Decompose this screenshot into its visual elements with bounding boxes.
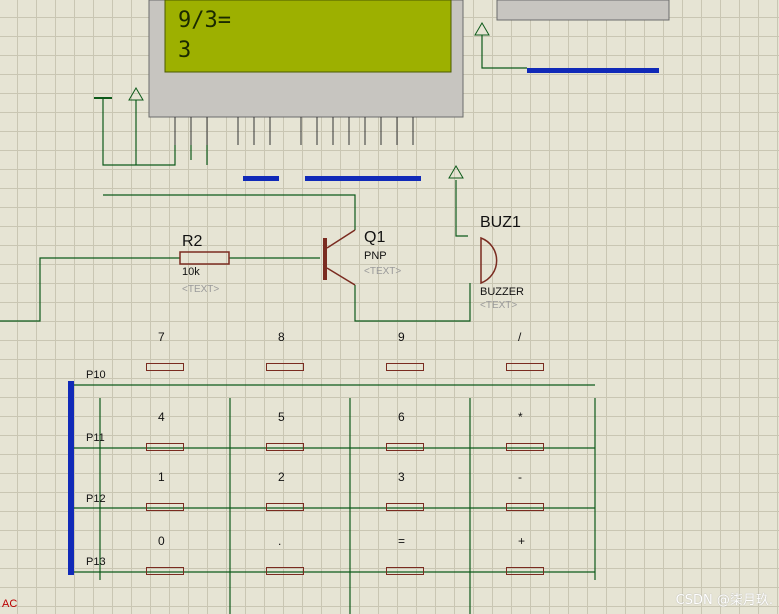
key-label: * [518,410,523,424]
resistor-ref: R2 [182,233,203,250]
key-label: 5 [278,410,285,424]
key-label: / [518,330,522,344]
control-bus [243,176,279,181]
key-label: 0 [158,534,165,548]
lcd-line-1: 9/3= [178,8,231,33]
key-button[interactable] [146,567,184,575]
row-label-p11: P11 [86,432,105,444]
key-label: 2 [278,470,285,484]
key-button[interactable] [506,363,544,371]
key-button[interactable] [146,363,184,371]
transistor-type: PNP [364,250,387,262]
row-label-p10: P10 [86,369,106,381]
vcc-symbol-3 [474,22,490,36]
vcc-symbol-2 [448,165,464,179]
key-button[interactable] [266,567,304,575]
key-label: 7 [158,330,165,344]
key-button[interactable] [146,503,184,511]
buzzer-body [480,236,498,285]
buzzer-ref: BUZ1 [480,214,521,231]
port0-bus [527,68,659,73]
vcc-symbol [128,87,144,101]
resistor-text: <TEXT> [182,284,220,295]
schematic-canvas [0,0,670,614]
key-label: 3 [398,470,405,484]
key-button[interactable] [386,363,424,371]
corner-label: AC [2,598,18,610]
key-label: - [518,470,522,484]
row-label-p13: P13 [86,556,106,568]
key-label: + [518,534,526,548]
row-label-p12: P12 [86,493,106,505]
key-label: 4 [158,410,165,424]
keypad-bus [68,381,74,575]
buzzer-type: BUZZER [480,286,524,298]
key-label: . [278,534,282,548]
lcd-pins [174,117,414,145]
resistor-value: 10k [182,266,200,278]
key-label: 8 [278,330,285,344]
key-button[interactable] [266,503,304,511]
keypad-wires [74,384,596,614]
buzzer-text: <TEXT> [480,300,518,311]
key-button[interactable] [506,503,544,511]
key-button[interactable] [386,567,424,575]
transistor-text: <TEXT> [364,266,402,277]
key-button[interactable] [386,503,424,511]
key-button[interactable] [506,567,544,575]
key-button[interactable] [266,443,304,451]
lcd-line-2: 3 [178,38,192,63]
key-button[interactable] [146,443,184,451]
key-button[interactable] [506,443,544,451]
resistor-r2 [179,251,230,265]
key-label: 9 [398,330,405,344]
mcu-chip [496,0,670,21]
data-bus [305,176,421,181]
key-button[interactable] [266,363,304,371]
key-label: = [398,534,406,548]
key-button[interactable] [386,443,424,451]
watermark: CSDN @柒月玖. [675,593,773,608]
key-label: 6 [398,410,405,424]
key-label: 1 [158,470,165,484]
transistor-ref: Q1 [364,229,386,246]
